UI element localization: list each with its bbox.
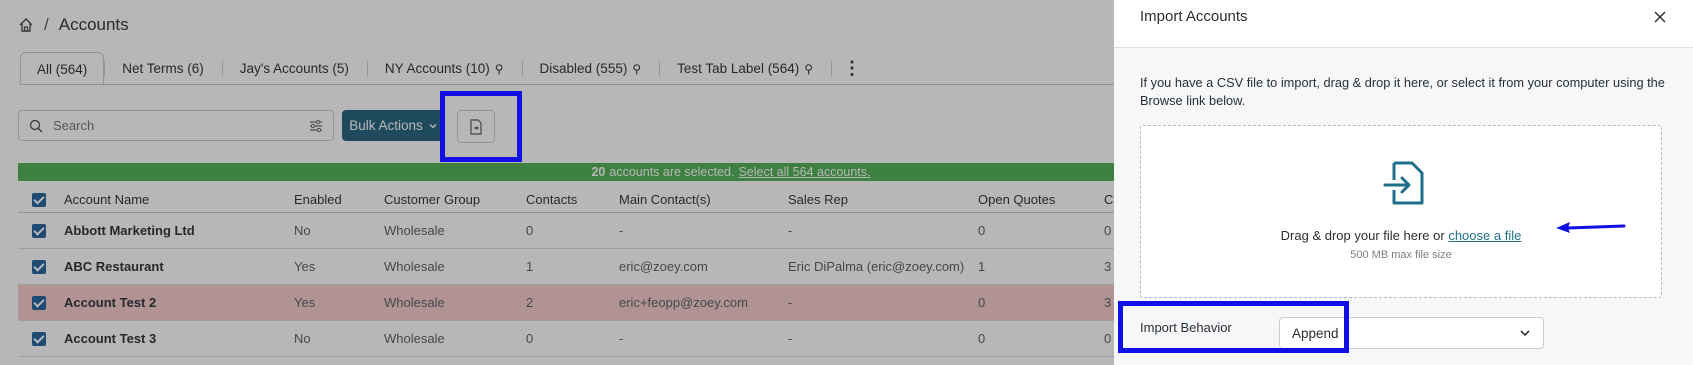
panel-title: Import Accounts: [1140, 8, 1248, 25]
import-accounts-panel: Import Accounts If you have a CSV file t…: [1114, 0, 1693, 365]
annotation-arrow-icon: [1556, 222, 1626, 233]
max-file-size: 500 MB max file size: [1350, 249, 1452, 261]
file-import-icon: [1383, 161, 1424, 205]
file-drop-zone[interactable]: Drag & drop your file here or choose a f…: [1140, 125, 1662, 298]
panel-header: Import Accounts: [1114, 0, 1693, 48]
choose-file-link[interactable]: choose a file: [1448, 228, 1521, 243]
annotation-highlight-box: [440, 91, 522, 162]
panel-body: If you have a CSV file to import, drag &…: [1114, 48, 1693, 365]
close-icon[interactable]: [1653, 10, 1667, 24]
annotation-highlight-box: [1118, 301, 1349, 353]
accounts-page: / Accounts All (564) Net Terms (6) Jay's…: [0, 0, 1114, 365]
import-instructions: If you have a CSV file to import, drag &…: [1140, 75, 1665, 108]
chevron-down-icon: [1520, 330, 1530, 337]
modal-backdrop[interactable]: [0, 0, 1114, 365]
